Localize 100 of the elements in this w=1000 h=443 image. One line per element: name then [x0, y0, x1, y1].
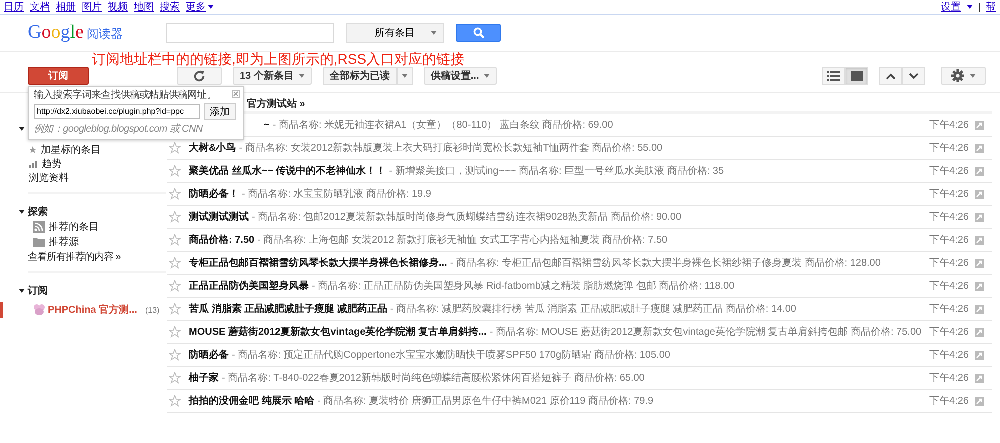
- star-icon[interactable]: [169, 303, 181, 315]
- top-nav-link[interactable]: 文档: [30, 0, 50, 14]
- add-button[interactable]: 添加: [204, 103, 236, 120]
- article-title: 商品价格: 7.50: [189, 235, 255, 246]
- star-icon[interactable]: [169, 280, 181, 292]
- open-external-icon[interactable]: [975, 374, 984, 382]
- mark-all-read-button[interactable]: 全部标为已读: [322, 67, 397, 85]
- settings-link[interactable]: 设置: [941, 0, 961, 14]
- open-external-icon[interactable]: [975, 258, 984, 268]
- open-external-icon[interactable]: [975, 304, 984, 314]
- article-snippet: - 商品名称: MOUSE 蘑菇街2012夏新款女包vintage英伦学院潮 复古单肩斜挎包邮 商品价格: 75.00: [490, 327, 922, 338]
- star-icon[interactable]: [169, 349, 181, 361]
- section-title[interactable]: 探索: [28, 205, 48, 219]
- scope-dropdown[interactable]: 所有条目: [346, 23, 444, 43]
- feed-settings-dropdown[interactable]: 供稿设置...: [424, 67, 498, 85]
- article-title: 测试测试测试: [189, 212, 249, 223]
- article-time: 下午4:26: [930, 326, 969, 339]
- caret-icon: [431, 31, 437, 35]
- top-nav-link[interactable]: 更多: [186, 0, 206, 14]
- article-time: 下午4:26: [930, 119, 969, 132]
- nav-item[interactable]: 推荐的条目: [0, 219, 167, 234]
- article-snippet: - 商品名称: 夏装特价 唐狮正品男原色牛仔中裤M021 原价119 商品价格: 79.9: [318, 396, 654, 407]
- search-icon: [472, 27, 484, 39]
- settings-button[interactable]: [941, 67, 986, 85]
- top-nav-link[interactable]: 搜索: [160, 0, 180, 14]
- open-external-icon[interactable]: [975, 396, 984, 406]
- article-snippet: - 商品名称: 上海包邮 女装2012 新款打底衫无袖恤 女式工字背心内搭短袖夏装 商品价格: 7.50: [258, 235, 668, 246]
- nav-item[interactable]: 趋势: [29, 157, 167, 171]
- open-external-icon[interactable]: [975, 282, 984, 290]
- refresh-button[interactable]: [177, 67, 222, 85]
- article-snippet: - 商品名称: 正品正品防伪美国塑身风暴 Rid-fatbomb减之精装 脂肪燃烧弹 包邮 商品价格: 118.00: [312, 281, 735, 292]
- star-icon[interactable]: [169, 372, 181, 384]
- article-time: 下午4:26: [930, 303, 969, 316]
- star-icon[interactable]: [169, 142, 181, 154]
- new-items-dropdown[interactable]: 13 个新条目: [233, 67, 312, 85]
- nav-item[interactable]: 推荐源: [0, 234, 167, 249]
- open-external-icon[interactable]: [975, 328, 984, 336]
- subscription-item[interactable]: PHPChina 官方测... (13): [0, 302, 167, 318]
- article-snippet: - 商品名称: 米妮无袖连衣裙A1（女童）（80-110） 蓝白条纹 商品价格: 69.00: [272, 120, 614, 131]
- down-chevron-icon: [908, 72, 918, 80]
- top-nav-link[interactable]: 相册: [56, 0, 76, 14]
- section-title[interactable]: 订阅: [28, 284, 48, 298]
- annotation-text: 订阅地址栏中的的链接,即为上图所示的,RSS入口对应的链接: [91, 52, 466, 66]
- top-nav-link[interactable]: 日历: [4, 0, 24, 14]
- article-time: 下午4:26: [930, 188, 969, 201]
- top-nav-link[interactable]: 地图: [134, 0, 154, 14]
- top-nav-link[interactable]: 图片: [82, 0, 102, 14]
- mark-options-dropdown[interactable]: [396, 67, 413, 85]
- article-time: 下午4:26: [930, 257, 969, 270]
- google-logo: Google: [28, 22, 84, 44]
- collapse-caret-icon[interactable]: [19, 127, 25, 131]
- product-name: 阅读器: [86, 26, 123, 43]
- article-snippet: - 商品名称: 预定正品代购Coppertone水宝宝水嫩防晒快干喷雾SPF50 170g防晒霜 商品价格: 105.00: [232, 350, 670, 361]
- open-external-icon[interactable]: [975, 144, 984, 152]
- open-external-icon[interactable]: [975, 166, 984, 176]
- folder-icon: [33, 236, 45, 246]
- top-nav-link[interactable]: 视频: [108, 0, 128, 14]
- open-external-icon[interactable]: [975, 212, 984, 222]
- gear-icon: [951, 69, 965, 83]
- see-all-link[interactable]: 查看所有推荐的内容 »: [28, 250, 121, 264]
- square-icon: [850, 71, 862, 81]
- previous-button[interactable]: [879, 67, 902, 85]
- expand-caret-icon[interactable]: [19, 288, 25, 294]
- article-title: 防晒必备: [189, 350, 229, 361]
- expanded-view-button[interactable]: [845, 67, 868, 85]
- star-icon[interactable]: [169, 211, 181, 223]
- nav-item[interactable]: 浏览资料: [29, 171, 167, 185]
- list-view-button[interactable]: [822, 67, 845, 85]
- star-icon[interactable]: [169, 165, 181, 177]
- article-time: 下午4:26: [930, 142, 969, 155]
- open-external-icon[interactable]: [975, 350, 984, 360]
- up-chevron-icon: [886, 72, 896, 80]
- next-button[interactable]: [902, 67, 925, 85]
- article-time: 下午4:26: [930, 372, 969, 385]
- nav-item[interactable]: 加星标的条目: [29, 143, 167, 157]
- article-title: 正品正品防伪美国塑身风暴: [189, 281, 309, 292]
- open-external-icon[interactable]: [975, 236, 984, 244]
- article-title: 柚子家: [189, 373, 219, 384]
- caret-icon: [967, 5, 973, 9]
- feed-icon: [33, 304, 46, 316]
- url-input-field[interactable]: http://dx2.xiubaobei.cc/plugin.php?id=ppc: [34, 104, 200, 119]
- open-external-icon[interactable]: [975, 120, 984, 130]
- feed-title-link[interactable]: 官方测试站 »: [247, 96, 306, 110]
- search-button[interactable]: [456, 24, 501, 42]
- close-icon[interactable]: [232, 90, 240, 98]
- article-snippet: - 新增聚美接口，测试ing~~~ 商品名称: 巨型一号丝瓜水美肤液 商品价格: 35: [389, 166, 724, 177]
- star-icon[interactable]: [169, 188, 181, 200]
- star-icon[interactable]: [169, 234, 181, 246]
- article-title: 防晒必备！: [189, 189, 239, 200]
- star-icon[interactable]: [169, 326, 181, 338]
- open-external-icon[interactable]: [975, 190, 984, 198]
- expand-caret-icon[interactable]: [19, 209, 25, 215]
- subscribe-button[interactable]: 订阅: [28, 67, 89, 85]
- article-snippet: - 商品名称: 减肥药胶囊排行榜 苦瓜 消脂素 正品减肥减肚子瘦腿 减肥药正品 商品价格: 14.00: [390, 304, 796, 315]
- star-icon[interactable]: [169, 395, 181, 407]
- article-time: 下午4:26: [930, 165, 969, 178]
- star-icon[interactable]: [169, 257, 181, 269]
- article-time: 下午4:26: [930, 211, 969, 224]
- help-link[interactable]: 帮: [986, 0, 996, 14]
- search-field[interactable]: [166, 23, 334, 43]
